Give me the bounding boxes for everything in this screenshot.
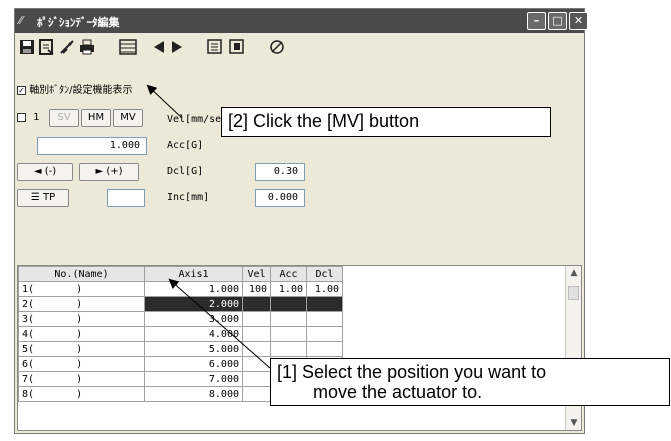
- callout-step1-line1: [1] Select the position you want to: [277, 362, 547, 382]
- callout-step1: [1] Select the position you want to move…: [270, 358, 670, 406]
- callout-step2-text: [2] Click the [MV] button: [228, 111, 420, 131]
- callout-step1-line2: move the actuator to.: [313, 382, 483, 402]
- arrow-to-position-cell: [168, 278, 271, 369]
- arrow-to-mv-button: [146, 84, 183, 119]
- callout-step2: [2] Click the [MV] button: [221, 107, 551, 137]
